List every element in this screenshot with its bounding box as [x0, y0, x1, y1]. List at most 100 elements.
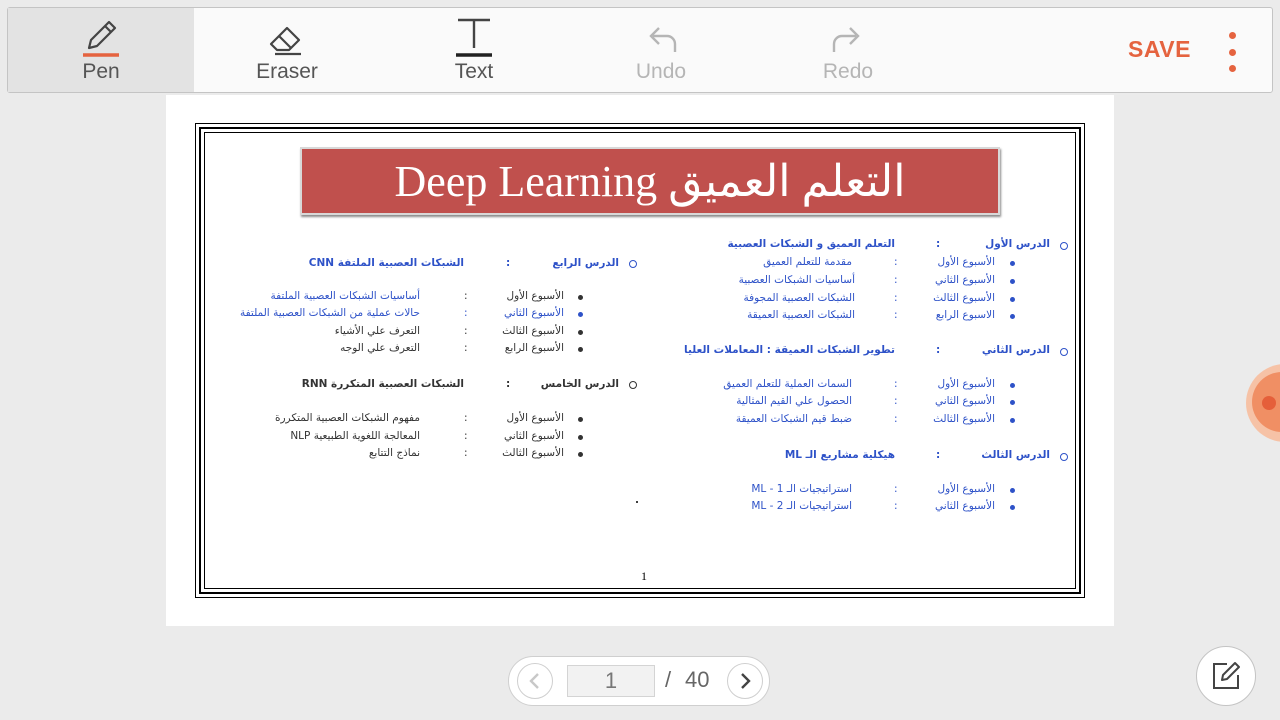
week-label: الأسبوع الثالث	[502, 447, 564, 459]
bullet	[1010, 418, 1015, 423]
total-pages: 40	[685, 667, 710, 692]
title-banner: Deep Learning التعلم العميق	[300, 147, 1000, 215]
colon: :	[894, 292, 898, 304]
eraser-label: Eraser	[256, 60, 318, 83]
colon: :	[936, 449, 941, 461]
week-topic: المعالجة اللغوية الطبيعية NLP	[290, 430, 420, 442]
week-label: الأسبوع الأول	[506, 290, 564, 302]
colon: :	[894, 395, 898, 407]
bullet	[578, 312, 583, 317]
week-label: الأسبوع الأول	[937, 256, 995, 268]
bullet	[1010, 279, 1015, 284]
week-topic: أساسيات الشبكات العصبية الملتفة	[270, 290, 420, 302]
document-page[interactable]: Deep Learning التعلم العميق الدرس الأول …	[166, 95, 1114, 626]
page-separator: /	[665, 667, 672, 692]
week-topic: الحصول علي القيم المثالية	[736, 395, 852, 407]
week-label: الاسبوع الرابع	[935, 309, 995, 321]
lesson-marker	[1060, 453, 1068, 461]
text-icon	[444, 8, 504, 58]
save-button[interactable]: SAVE	[1128, 36, 1191, 63]
page-number-input[interactable]: 1	[567, 665, 655, 697]
week-label: الأسبوع الثالث	[502, 325, 564, 337]
colon: :	[894, 256, 898, 268]
week-topic: نماذج التتابع	[368, 447, 420, 459]
lesson2-label: الدرس الثاني	[981, 344, 1050, 356]
week-label: الأسبوع الأول	[937, 378, 995, 390]
week-label: الأسبوع الثاني	[934, 274, 995, 286]
colon: :	[936, 238, 941, 250]
lesson-marker	[629, 381, 637, 389]
colon: :	[894, 500, 898, 512]
colon: :	[464, 290, 468, 302]
week-label: الأسبوع الثالث	[933, 413, 995, 425]
bullet	[1010, 383, 1015, 388]
week-label: الأسبوع الرابع	[504, 342, 564, 354]
redo-button[interactable]: Redo	[755, 8, 941, 92]
lesson-marker	[1060, 348, 1068, 356]
document-title: Deep Learning التعلم العميق	[394, 156, 906, 206]
colon: :	[506, 378, 511, 390]
week-label: الأسبوع الثاني	[934, 395, 995, 407]
colon: :	[936, 344, 941, 356]
lesson-marker	[629, 260, 637, 268]
previous-page-button[interactable]	[517, 663, 553, 699]
undo-label: Undo	[635, 60, 687, 83]
lesson4-title: الشبكات العصبية الملتفة CNN	[308, 257, 464, 269]
week-topic: استراتيجيات الـ ML - 1	[751, 483, 852, 495]
week-label: الأسبوع الثاني	[934, 500, 995, 512]
bullet	[1010, 505, 1015, 510]
colon: :	[464, 430, 468, 442]
bullet	[1010, 400, 1015, 405]
bullet	[578, 347, 583, 352]
bullet	[578, 417, 583, 422]
bullet	[1010, 261, 1015, 266]
week-topic: ضبط قيم الشبكات العميقة	[735, 413, 852, 425]
pen-tool-button[interactable]: Pen	[8, 8, 194, 92]
page-number: 1	[641, 569, 647, 583]
pen-icon	[71, 8, 131, 58]
week-topic: مفهوم الشبكات العصبية المتكررة	[274, 412, 420, 424]
bullet	[578, 295, 583, 300]
lesson1-label: الدرس الأول	[985, 238, 1050, 250]
week-label: الأسبوع الثاني	[503, 430, 564, 442]
lesson5-label: الدرس الخامس	[540, 378, 619, 390]
week-label: الأسبوع الأول	[937, 483, 995, 495]
pen-label: Pen	[82, 60, 120, 83]
colon: :	[894, 378, 898, 390]
lesson3-title: هيكلية مشاريع الـ ML	[784, 449, 895, 461]
week-topic: التعرف علي الوجه	[340, 342, 420, 354]
undo-icon	[631, 8, 691, 58]
week-topic: مقدمة للتعلم العميق	[763, 256, 852, 268]
annotation-toolbar: Pen Eraser Text Undo Redo SAVE	[7, 7, 1273, 93]
page-navigator: 1 / 40	[508, 656, 770, 706]
eraser-icon	[257, 8, 317, 58]
colon: :	[894, 309, 898, 321]
edit-document-button[interactable]	[1196, 646, 1256, 706]
week-topic: حالات عملية من الشبكات العصبية الملتفة	[239, 307, 420, 319]
undo-button[interactable]: Undo	[568, 8, 754, 92]
bullet	[1010, 314, 1015, 319]
stray-dot	[636, 501, 638, 503]
colon: :	[894, 483, 898, 495]
colon: :	[506, 257, 511, 269]
edit-note-icon	[1213, 662, 1240, 689]
bullet	[1010, 488, 1015, 493]
eraser-tool-button[interactable]: Eraser	[194, 8, 380, 92]
week-topic: الشبكات العصبية العميقة	[747, 309, 855, 321]
bullet	[578, 452, 583, 457]
lesson1-title: التعلم العميق و الشبكات العصبية	[727, 238, 895, 250]
week-topic: استراتيجيات الـ ML - 2	[751, 500, 852, 512]
more-vert-icon[interactable]	[1220, 32, 1244, 72]
redo-label: Redo	[822, 60, 874, 83]
floating-scroll-handle[interactable]	[1246, 364, 1280, 442]
redo-icon	[818, 8, 878, 58]
bullet	[1010, 297, 1015, 302]
bullet	[578, 435, 583, 440]
lesson2-title: تطوير الشبكات العميقة : المعاملات العليا	[684, 344, 895, 356]
colon: :	[464, 342, 468, 354]
text-label: Text	[454, 60, 494, 83]
text-tool-button[interactable]: Text	[381, 8, 567, 92]
week-topic: أساسيات الشبكات العصبية	[738, 274, 855, 286]
next-page-button[interactable]	[727, 663, 763, 699]
week-label: الأسبوع الثاني	[503, 307, 564, 319]
